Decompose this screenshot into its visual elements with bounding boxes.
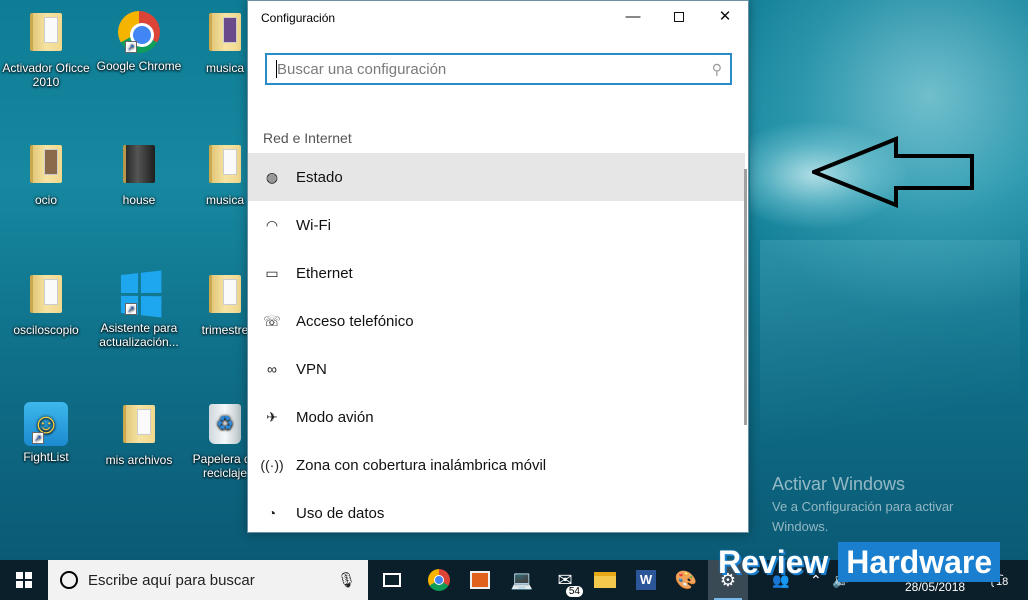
desktop-icon-asistente[interactable]: ↗ Asistente para actualización... <box>93 270 185 349</box>
shortcut-arrow-icon: ↗ <box>32 432 44 444</box>
microphone-icon[interactable]: 🎙 <box>337 571 356 589</box>
taskbar-search-box[interactable]: Escribe aquí para buscar 🎙 <box>48 560 368 600</box>
desktop-icon-ocio[interactable]: ocio <box>0 142 92 207</box>
logo-review-text: Review <box>718 543 829 580</box>
settings-window: Configuración — ✕ ⚲ Red e Internet ◍ Est… <box>247 0 749 533</box>
file-explorer-icon <box>594 572 616 588</box>
settings-search-box[interactable]: ⚲ <box>265 53 732 85</box>
folder-icon <box>209 13 241 51</box>
folder-icon <box>123 405 155 443</box>
desktop-icon-house[interactable]: house <box>93 142 185 207</box>
minimize-button[interactable]: — <box>610 1 656 33</box>
task-view-button[interactable] <box>372 560 412 600</box>
shortcut-arrow-icon: ↗ <box>125 303 137 315</box>
desktop-icon-fightlist[interactable]: ☺ ↗ FightList <box>0 402 92 464</box>
nav-item-label: Wi-Fi <box>296 216 331 234</box>
nav-item-label: Ethernet <box>296 264 353 282</box>
maximize-button[interactable] <box>656 1 702 33</box>
hotspot-icon: ((·)) <box>260 457 284 473</box>
taskbar-media-button[interactable] <box>460 560 500 600</box>
windows-logo-icon <box>16 572 32 588</box>
close-button[interactable]: ✕ <box>702 1 748 33</box>
laptop-icon: 💻 <box>510 569 534 590</box>
section-header: Red e Internet <box>263 130 352 146</box>
nav-item-ethernet[interactable]: ▭ Ethernet <box>248 249 745 297</box>
nav-item-wifi[interactable]: ◠ Wi-Fi <box>248 201 745 249</box>
dial-up-icon: ☏ <box>263 312 281 329</box>
lightbulb-icon: ☺ <box>24 402 68 446</box>
folder-icon <box>30 13 62 51</box>
nav-item-label: Uso de datos <box>296 504 385 522</box>
recycle-bin-icon: ♻ <box>209 404 241 444</box>
desktop-icon-label: Activador Oficce 2010 <box>2 61 90 89</box>
nav-item-label: Zona con cobertura inalámbrica móvil <box>296 456 547 474</box>
taskbar-explorer-button[interactable] <box>585 560 625 600</box>
folder-icon <box>30 145 62 183</box>
desktop-icon-label: house <box>122 193 156 207</box>
ethernet-icon: ▭ <box>265 264 279 281</box>
taskbar-chrome-button[interactable] <box>419 560 459 600</box>
taskbar-paint-button[interactable]: 🎨 <box>666 560 706 600</box>
window-title: Configuración <box>261 11 336 25</box>
nav-item-zona-cobertura[interactable]: ((·)) Zona con cobertura inalámbrica móv… <box>248 441 745 489</box>
globe-icon: ◍ <box>265 168 279 185</box>
desktop-icon-osciloscopio[interactable]: osciloscopio <box>0 272 92 337</box>
search-input[interactable] <box>267 55 730 83</box>
title-bar[interactable]: Configuración — ✕ <box>248 1 748 34</box>
nav-item-uso-datos[interactable]: ◔ Uso de datos <box>248 489 745 537</box>
folder-icon <box>209 145 241 183</box>
nav-item-acceso-telefonico[interactable]: ☏ Acceso telefónico <box>248 297 745 345</box>
airplane-icon: ✈ <box>266 408 278 425</box>
activation-subtext: Ve a Configuración para activar Windows. <box>772 499 954 534</box>
review-hardware-logo: Review Hardware <box>718 538 1001 586</box>
start-button[interactable] <box>0 560 48 600</box>
search-icon[interactable]: ⚲ <box>712 61 722 78</box>
nav-item-label: Modo avión <box>296 408 374 426</box>
taskbar-search-text: Escribe aquí para buscar <box>88 571 255 589</box>
folder-icon <box>123 145 155 183</box>
desktop-icon-label: Google Chrome <box>96 59 182 73</box>
desktop-icon-label: FightList <box>23 450 69 464</box>
nav-item-label: VPN <box>296 360 327 378</box>
cortana-icon <box>60 571 78 589</box>
vpn-icon: ∞ <box>267 361 277 377</box>
desktop-icon-label: mis archivos <box>105 453 173 467</box>
desktop-icon-activador[interactable]: Activador Oficce 2010 <box>0 10 92 89</box>
shortcut-arrow-icon: ↗ <box>125 41 137 53</box>
nav-item-vpn[interactable]: ∞ VPN <box>248 345 745 393</box>
word-icon: W <box>636 570 656 590</box>
data-usage-icon: ◔ <box>267 505 277 521</box>
taskbar-mail-button[interactable]: ✉ 54 <box>545 560 585 600</box>
maximize-icon <box>674 12 684 23</box>
nav-item-estado[interactable]: ◍ Estado <box>248 153 745 201</box>
scrollbar[interactable] <box>744 169 747 425</box>
paint-icon: 🎨 <box>674 569 698 590</box>
text-cursor <box>276 60 277 78</box>
folder-icon <box>30 275 62 313</box>
folder-icon <box>209 275 241 313</box>
annotation-arrow-icon <box>812 136 974 208</box>
taskbar-word-button[interactable]: W <box>626 560 666 600</box>
activation-watermark: Activar Windows Ve a Configuración para … <box>772 474 1012 537</box>
task-view-icon <box>383 573 401 587</box>
desktop-icon-mis-archivos[interactable]: mis archivos <box>93 402 185 467</box>
chrome-icon <box>428 569 450 591</box>
activation-heading: Activar Windows <box>772 474 906 494</box>
mail-badge: 54 <box>565 586 583 597</box>
nav-item-label: Acceso telefónico <box>296 312 414 330</box>
taskbar-laptop-button[interactable]: 💻 <box>502 560 542 600</box>
media-player-icon <box>470 571 490 589</box>
nav-item-modo-avion[interactable]: ✈ Modo avión <box>248 393 745 441</box>
desktop-icon-label: osciloscopio <box>13 323 79 337</box>
desktop-icon-chrome[interactable]: ↗ Google Chrome <box>93 10 185 73</box>
desktop-icon-label: Asistente para actualización... <box>99 321 179 349</box>
wifi-icon: ◠ <box>265 216 279 233</box>
desktop-icon-label: ocio <box>34 193 57 207</box>
settings-nav: ◍ Estado ◠ Wi-Fi ▭ Ethernet ☏ Acceso tel… <box>248 153 745 537</box>
nav-item-label: Estado <box>296 168 343 186</box>
logo-hardware-text: Hardware <box>838 542 1001 582</box>
